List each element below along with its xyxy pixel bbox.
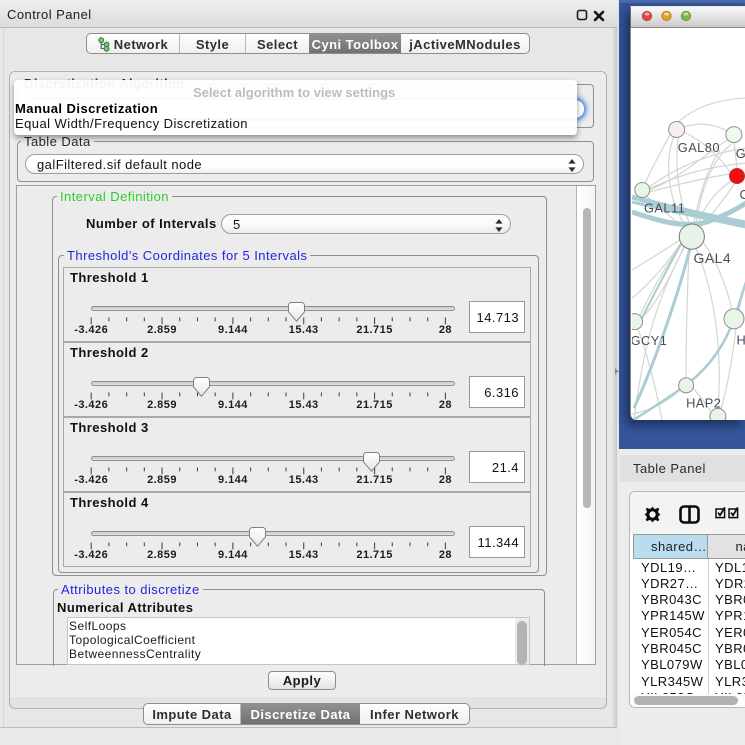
svg-text:GAL11: GAL11 [644,200,685,215]
svg-text:GAL4: GAL4 [694,250,732,266]
svg-text:HIS: HIS [737,333,745,348]
svg-text:GCY1: GCY1 [632,333,667,348]
svg-text:GAL80: GAL80 [678,140,720,155]
svg-text:HAP2: HAP2 [686,396,721,411]
svg-text:GAL: GAL [736,146,745,161]
svg-text:CC: CC [740,187,745,202]
